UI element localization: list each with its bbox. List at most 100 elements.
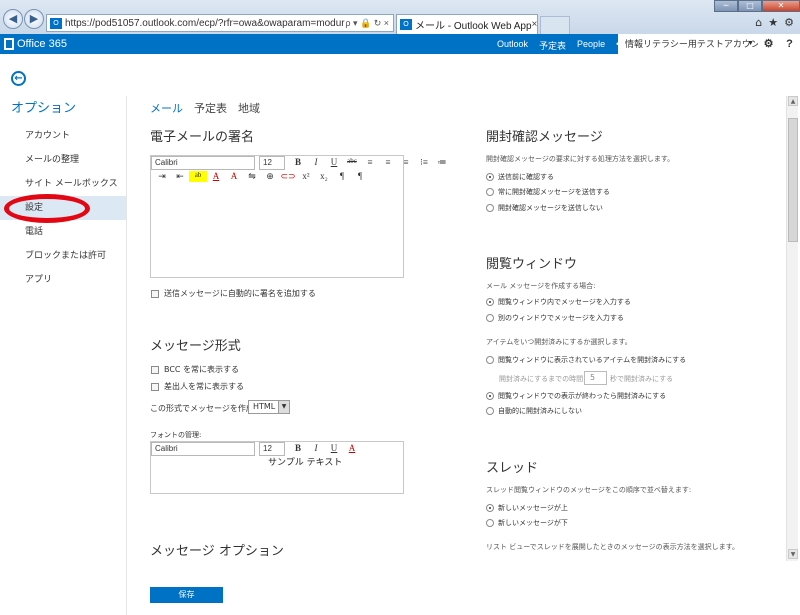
scroll-down-icon[interactable]: ▼ [788,549,798,559]
link-outlook[interactable]: Outlook [497,39,528,52]
default-size-select[interactable]: 12 [259,442,285,456]
ltr-paragraph-icon[interactable]: ¶ [351,171,369,182]
from-checkbox[interactable]: 差出人を常に表示する [151,381,244,392]
number-list-icon[interactable]: ≔ [433,157,451,168]
signature-toolbar-2: ⇥ ⇤ ab A A ⇋ ⊕ ⊂⊃ x² x₂ ¶ ¶ [153,171,369,182]
address-url[interactable]: https://pod51057.outlook.com/ecp/?rfr=ow… [65,18,345,29]
link-people[interactable]: People [577,39,605,52]
new-tab-button[interactable] [540,16,570,34]
underline-icon[interactable]: U [325,157,343,168]
radio-button[interactable] [486,407,494,415]
subnav: メール 予定表 地域 [150,100,260,116]
back-arrow-icon[interactable]: ← [11,71,26,86]
compose-option-in-pane[interactable]: 閲覧ウィンドウ内でメッセージを入力する [486,297,631,307]
office365-brand[interactable]: Office 365 [4,38,67,50]
compose-option-separate[interactable]: 別のウィンドウでメッセージを入力する [486,313,624,323]
radio-button[interactable] [486,204,494,212]
radio-button[interactable] [486,392,494,400]
signature-size-select[interactable]: 12 [259,156,285,170]
minimize-button[interactable]: ─ [714,0,738,12]
checkbox-box[interactable] [151,289,159,298]
radio-button[interactable] [486,519,494,527]
checkbox-box[interactable] [151,382,159,391]
radio-button[interactable] [486,298,494,306]
thread-desc-2: リスト ビューでスレッドを展開したときのメッセージの表示方法を選択します。 [486,543,739,551]
receipt-option-never[interactable]: 開封確認メッセージを送信しない [486,203,603,213]
browser-tab[interactable]: O メール - Outlook Web App × [396,14,538,34]
tab-mail[interactable]: メール [150,100,183,116]
radio-button[interactable] [486,173,494,181]
strikethrough-icon[interactable]: abc [343,157,361,168]
sidebar-item-site-mailboxes[interactable]: サイト メールボックス [0,172,126,196]
help-icon[interactable]: ? [779,34,800,54]
tab-favicon: O [400,19,412,30]
account-menu[interactable]: 情報リテラシー用テストアカウント ▼ [618,34,769,54]
superscript-icon[interactable]: x² [297,171,315,182]
auto-signature-checkbox[interactable]: 送信メッセージに自動的に署名を追加する [151,288,316,299]
link-calendar[interactable]: 予定表 [539,39,566,52]
settings-gear-icon[interactable]: ⚙ [758,34,779,54]
align-right-icon[interactable]: ≡ [397,157,415,168]
save-button[interactable]: 保存 [150,587,223,603]
maximize-button[interactable]: □ [738,0,762,12]
wait-seconds-input[interactable]: 5 [584,371,607,385]
italic-icon[interactable]: I [307,157,325,168]
radio-button[interactable] [486,504,494,512]
signature-font-select[interactable]: Calibri [151,156,255,170]
sidebar-item-apps[interactable]: アプリ [0,268,126,292]
address-bar[interactable]: O https://pod51057.outlook.com/ecp/?rfr=… [46,14,394,32]
ltr-icon[interactable]: ⇋ [243,171,261,182]
address-controls-icon[interactable]: ρ ▾ 🔒 ↻ × [345,18,389,29]
highlight-icon[interactable]: ab [189,171,207,182]
font-color-icon[interactable]: A [207,171,225,182]
bold-icon[interactable]: B [289,443,307,453]
sidebar-item-block-allow[interactable]: ブロックまたは許可 [0,244,126,268]
vertical-scrollbar[interactable]: ▲ ▼ [786,96,798,561]
receipt-option-ask[interactable]: 送信前に確認する [486,172,554,182]
favorites-star-icon[interactable]: ★ [768,16,778,29]
bold-icon[interactable]: B [289,157,307,168]
italic-icon[interactable]: I [307,443,325,453]
rtl-paragraph-icon[interactable]: ¶ [333,171,351,182]
sidebar-item-organize-mail[interactable]: メールの整理 [0,148,126,172]
radio-button[interactable] [486,188,494,196]
align-left-icon[interactable]: ≡ [361,157,379,168]
remove-link-icon[interactable]: ⊂⊃ [279,171,297,182]
default-font-select[interactable]: Calibri [151,442,255,456]
subscript-icon[interactable]: x₂ [315,171,333,182]
underline-icon[interactable]: U [325,443,343,453]
receipt-option-always[interactable]: 常に開封確認メッセージを送信する [486,187,610,197]
forward-nav-icon[interactable]: ▶ [24,9,44,29]
tab-close-icon[interactable]: × [532,19,537,30]
radio-label: 常に開封確認メッセージを送信する [498,188,610,196]
close-window-button[interactable]: ✕ [762,0,800,12]
bcc-checkbox[interactable]: BCC を常に表示する [151,364,239,375]
tab-regional[interactable]: 地域 [238,100,260,116]
indent-icon[interactable]: ⇥ [153,171,171,182]
insert-link-icon[interactable]: ⊕ [261,171,279,182]
back-nav-icon[interactable]: ◀ [3,9,23,29]
home-icon[interactable]: ⌂ [755,16,762,29]
mark-option-displayed[interactable]: 閲覧ウィンドウに表示されているアイテムを開封済みにする [486,355,686,365]
font-color-icon[interactable]: A [343,443,361,453]
mark-option-on-change[interactable]: 閲覧ウィンドウでの表示が終わったら開封済みにする [486,391,666,401]
outdent-icon[interactable]: ⇤ [171,171,189,182]
bullet-list-icon[interactable]: ⁝≡ [415,157,433,168]
thread-option-newest-bottom[interactable]: 新しいメッセージが下 [486,518,568,528]
scroll-thumb[interactable] [788,118,798,242]
radio-label: 自動的に開封済みにしない [498,407,582,415]
checkbox-box[interactable] [151,365,159,374]
scroll-up-icon[interactable]: ▲ [788,96,798,106]
radio-button[interactable] [486,314,494,322]
sidebar-item-phone[interactable]: 電話 [0,220,126,244]
clear-format-icon[interactable]: A [225,171,243,182]
tools-gear-icon[interactable]: ⚙ [784,16,794,29]
tab-calendar[interactable]: 予定表 [194,100,227,116]
align-center-icon[interactable]: ≡ [379,157,397,168]
radio-button[interactable] [486,356,494,364]
mark-option-never[interactable]: 自動的に開封済みにしない [486,406,582,416]
thread-option-newest-top[interactable]: 新しいメッセージが上 [486,503,568,513]
sidebar-item-account[interactable]: アカウント [0,124,126,148]
compose-format-select[interactable]: HTML ▼ [248,400,290,414]
from-label: 差出人を常に表示する [164,382,244,391]
